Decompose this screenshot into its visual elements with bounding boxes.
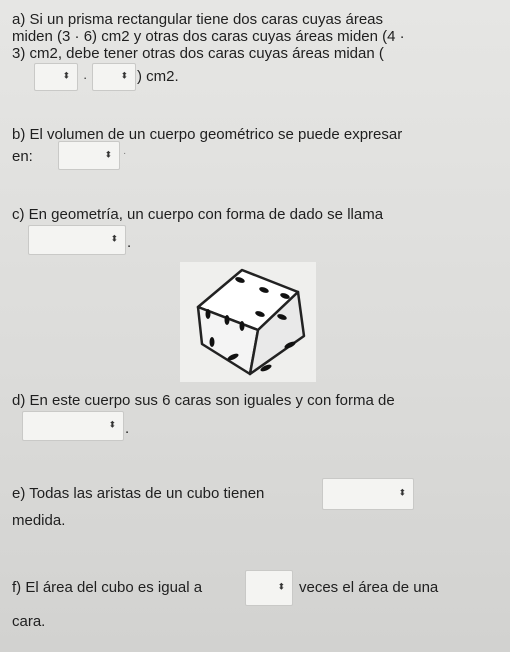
answer-c-select[interactable]: ⬍ [28, 225, 126, 255]
dropdown-arrow-icon: ⬍ [277, 582, 285, 593]
answer-f-select[interactable]: ⬍ [245, 570, 293, 606]
question-d-suffix: . [125, 420, 130, 437]
question-f-line2: cara. [12, 613, 46, 630]
question-b-suffix: · [123, 148, 127, 159]
question-d-line1: d) En este cuerpo sus 6 caras son iguale… [12, 392, 395, 409]
dropdown-arrow-icon: ⬍ [62, 71, 70, 82]
answer-d-select[interactable]: ⬍ [22, 411, 124, 441]
question-a-line3: 3) cm2, debe tener otras dos caras cuyas… [12, 45, 384, 62]
answer-e-select[interactable]: ⬍ [322, 478, 414, 510]
question-c-suffix: . [127, 234, 132, 251]
question-f-suffix: veces el área de una [299, 579, 439, 596]
question-e-prefix: e) Todas las aristas de un cubo tienen [12, 485, 265, 502]
dropdown-arrow-icon: ⬍ [104, 150, 112, 160]
dice-image [180, 262, 316, 382]
multiply-sign: · [83, 70, 88, 85]
question-b-prefix: en: [12, 148, 33, 165]
dropdown-arrow-icon: ⬍ [398, 488, 406, 499]
question-f-prefix: f) El área del cubo es igual a [12, 579, 203, 596]
answer-a-select-2[interactable]: ⬍ [92, 63, 136, 91]
dice-icon [196, 268, 306, 376]
dropdown-arrow-icon: ⬍ [110, 234, 118, 245]
answer-a-select-1[interactable]: ⬍ [34, 63, 78, 91]
dropdown-arrow-icon: ⬍ [108, 420, 116, 431]
question-a-suffix: ) cm2. [137, 68, 179, 85]
question-e-line2: medida. [12, 512, 66, 529]
answer-b-select[interactable]: ⬍ [58, 141, 120, 170]
dropdown-arrow-icon: ⬍ [120, 71, 128, 82]
question-c-line1: c) En geometría, un cuerpo con forma de … [12, 206, 384, 223]
